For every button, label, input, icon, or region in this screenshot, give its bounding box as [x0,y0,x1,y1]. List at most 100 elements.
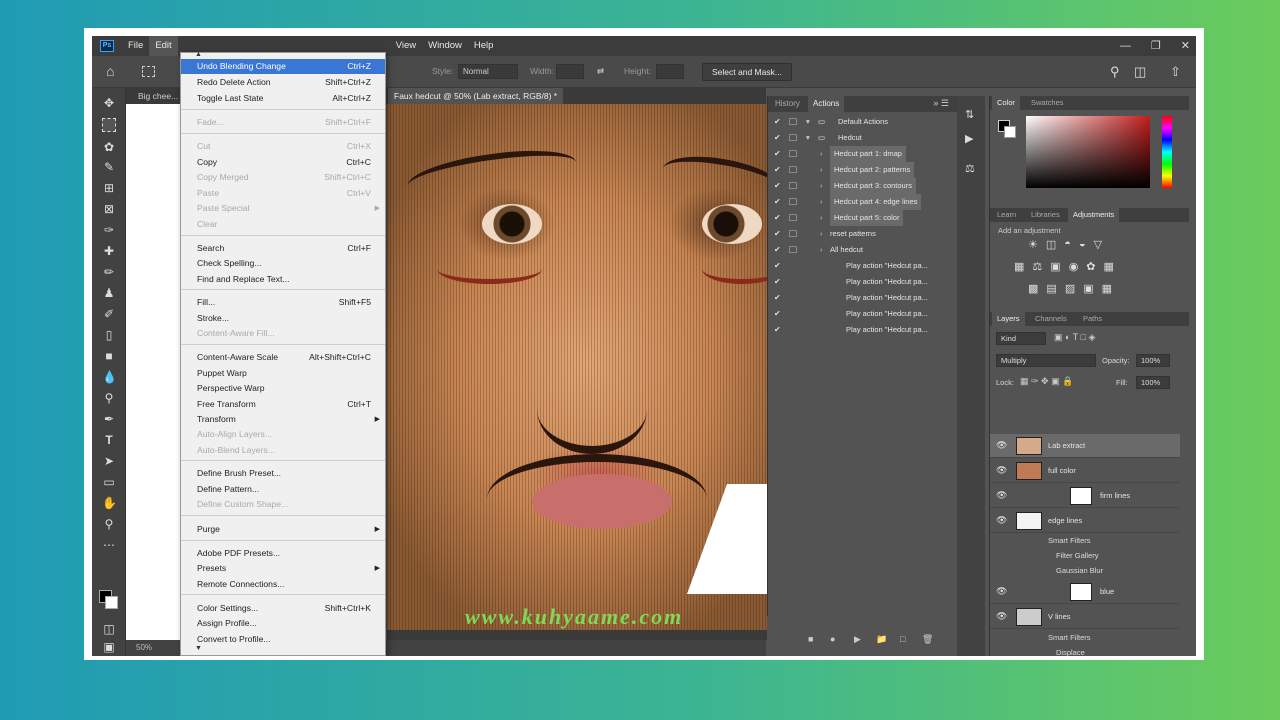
restore-icon[interactable]: ❐ [1151,36,1161,56]
edit-menu-item[interactable]: Redo Delete Action Shift+Ctrl+Z [181,75,385,90]
visibility-eye-icon[interactable]: 👁 [996,440,1007,451]
expand-arrow-icon[interactable]: ▾ [806,114,810,130]
search-icon[interactable]: ⚲ [1110,64,1120,80]
action-row[interactable]: ✔ Play action "Hedcut pa... [768,274,957,290]
new-action-icon[interactable]: □ [900,634,905,644]
layer-filter-icons[interactable]: ▣ ◐ T □ ◈ [1054,332,1095,343]
hand-tool-icon[interactable]: ✋ [102,496,117,510]
gradient-tool-icon[interactable]: ■ [102,349,116,363]
tab-history[interactable]: History [770,96,805,112]
rectangle-tool-icon[interactable]: ▭ [102,475,116,489]
action-row[interactable]: ✔ › Hedcut part 3: contours [768,178,957,194]
edit-menu-item[interactable]: Define Pattern... [181,482,385,497]
levels-icon[interactable]: ◫ [1046,238,1056,251]
layer-name[interactable]: Lab extract [1048,441,1085,450]
dialog-toggle-icon[interactable] [789,182,797,189]
visibility-eye-icon[interactable]: 👁 [996,490,1007,501]
action-row[interactable]: ✔ Play action "Hedcut pa... [768,322,957,338]
expand-arrow-icon[interactable]: › [820,210,823,226]
eraser-tool-icon[interactable]: ▯ [102,328,116,342]
expand-arrow-icon[interactable]: › [820,178,823,194]
more-tools-icon[interactable]: ⋯ [102,538,116,552]
horizontal-scrollbar[interactable] [387,630,767,640]
action-check-icon[interactable]: ✔ [774,226,781,242]
curves-icon[interactable]: ◓ [1064,238,1071,251]
edit-menu-item[interactable]: Stroke... [181,311,385,326]
smart-filter-item[interactable]: Smart Filters [1048,536,1091,550]
action-row[interactable]: ✔ Play action "Hedcut pa... [768,290,957,306]
panel-menu-icon[interactable]: » ☰ [933,98,949,109]
actions-panel-icon[interactable]: ▶ [965,132,973,145]
dialog-toggle-icon[interactable] [789,150,797,157]
blend-mode-select[interactable]: Multiply [996,354,1096,367]
edit-menu-item[interactable]: Copy Ctrl+C [181,155,385,170]
menu-scroll-up-icon[interactable]: ▲ [195,51,202,58]
workspace-icon[interactable]: ◫ [1134,64,1146,80]
share-icon[interactable]: ⇧ [1170,64,1181,80]
visibility-eye-icon[interactable]: 👁 [996,515,1007,526]
healing-brush-tool-icon[interactable]: ✚ [102,244,116,258]
layer-thumbnail[interactable] [1070,583,1092,601]
smart-filter-item[interactable]: Smart Filters [1048,633,1091,647]
edit-menu-item[interactable]: Undo Blending Change Ctrl+Z [181,59,385,74]
stop-icon[interactable]: ■ [808,634,813,644]
dialog-toggle-icon[interactable] [789,118,797,125]
quick-select-tool-icon[interactable]: ✎ [102,160,116,174]
layer-kind-filter[interactable]: Kind [996,332,1046,345]
layer-thumbnail[interactable] [1016,512,1042,530]
edit-menu-item[interactable]: Find and Replace Text... [181,272,385,287]
bw-icon[interactable]: ▣ [1050,260,1060,273]
swap-icon[interactable]: ⇄ [597,66,604,77]
action-row[interactable]: ✔ › Hedcut part 2: patterns [768,162,957,178]
menu-view[interactable]: View [390,36,422,56]
marquee-tool-icon[interactable] [142,66,155,77]
width-field[interactable] [556,64,584,79]
smart-filter-item[interactable]: Displace [1056,648,1085,656]
action-row[interactable]: ✔ › Hedcut part 4: edge lines [768,194,957,210]
selective-color-icon[interactable]: ▦ [1102,282,1112,295]
tab-faux-hedcut[interactable]: Faux hedcut @ 50% (Lab extract, RGB/8) * [388,88,564,104]
hue-sat-icon[interactable]: ▦ [1014,260,1024,273]
tab-learn[interactable]: Learn [992,208,1021,222]
edit-menu-item[interactable]: Perspective Warp [181,381,385,396]
gradient-map-icon[interactable]: ▣ [1083,282,1093,295]
color-background-swatch[interactable] [1004,126,1016,138]
lock-icons[interactable]: ▦ ✑ ✥ ▣ 🔒 [1020,376,1073,387]
layer-name[interactable]: firm lines [1100,491,1130,500]
invert-icon[interactable]: ▩ [1028,282,1038,295]
rect-marquee-tool-icon[interactable] [102,118,116,132]
tab-libraries[interactable]: Libraries [1026,208,1065,222]
document-canvas[interactable] [387,104,767,640]
action-check-icon[interactable]: ✔ [774,146,781,162]
zoom-level[interactable]: 50% [136,643,152,652]
expand-arrow-icon[interactable]: › [820,162,823,178]
edit-menu-item[interactable]: Define Brush Preset... [181,466,385,481]
hue-slider[interactable] [1162,116,1172,188]
layer-row[interactable]: 👁 blue [990,580,1180,604]
layer-row[interactable]: 👁 V lines [990,605,1180,629]
edit-menu-item[interactable]: Color Settings... Shift+Ctrl+K [181,601,385,616]
smart-filter-item[interactable]: Gaussian Blur [1056,566,1103,580]
photo-filter-icon[interactable]: ◉ [1069,260,1079,273]
minimize-icon[interactable]: — [1120,36,1131,56]
tab-actions[interactable]: Actions [808,96,845,112]
edit-menu-item[interactable]: Presets ▶ [181,561,385,576]
menu-file[interactable]: File [122,36,149,56]
eyedropper-tool-icon[interactable]: ✑ [102,223,116,237]
opacity-field[interactable]: 100% [1136,354,1170,367]
tab-channels[interactable]: Channels [1030,312,1072,326]
dialog-toggle-icon[interactable] [789,166,797,173]
layer-row[interactable]: 👁 firm lines [990,484,1180,508]
fill-field[interactable]: 100% [1136,376,1170,389]
edit-menu-item[interactable]: Convert to Profile... [181,632,385,647]
action-check-icon[interactable]: ✔ [774,114,781,130]
dodge-tool-icon[interactable]: ⚲ [102,391,116,405]
threshold-icon[interactable]: ▨ [1065,282,1075,295]
action-check-icon[interactable]: ✔ [774,162,781,178]
blur-tool-icon[interactable]: 💧 [102,370,117,384]
edit-menu-item[interactable]: Transform ▶ [181,412,385,427]
color-picker-field[interactable] [1026,116,1150,188]
dialog-toggle-icon[interactable] [789,214,797,221]
type-tool-icon[interactable]: T [102,433,116,447]
edit-menu-item[interactable]: Puppet Warp [181,366,385,381]
